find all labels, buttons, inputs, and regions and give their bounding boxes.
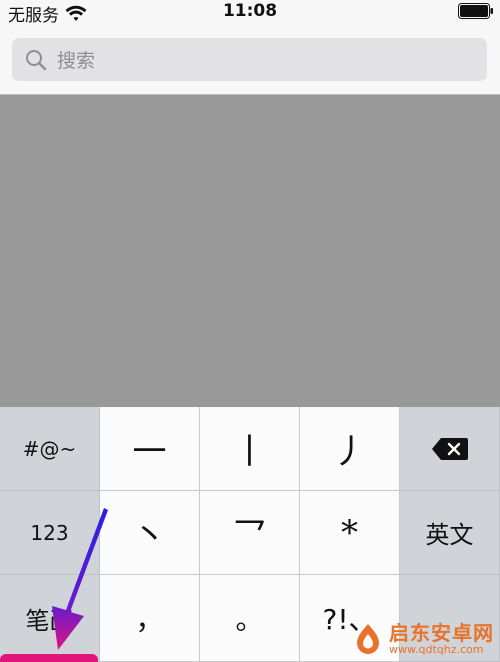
dimmed-content-overlay[interactable] <box>0 95 500 407</box>
numbers-key[interactable]: 123 <box>0 491 100 575</box>
stroke-key-turning[interactable]: 乛 <box>200 491 300 575</box>
stroke-key-horizontal[interactable]: 一 <box>100 407 200 491</box>
stroke-key-label: 一 <box>132 432 167 472</box>
handwriting-key-label: 笔画 <box>25 606 74 635</box>
period-key[interactable]: 。 <box>200 575 300 662</box>
delete-key[interactable] <box>400 407 500 491</box>
period-key-label: 。 <box>235 603 264 636</box>
symbols-key-label: #@~ <box>22 436 77 461</box>
watermark-title: 启东安卓网 <box>389 620 494 645</box>
watermark-url: www.qdtqhz.com <box>389 642 484 656</box>
highlight-bar <box>0 654 98 662</box>
battery-full-icon <box>458 3 493 19</box>
search-placeholder: 搜索 <box>57 50 96 72</box>
english-key-label: 英文 <box>425 521 474 549</box>
wildcard-key-label: * <box>341 512 358 553</box>
status-time: 11:08 <box>222 1 278 21</box>
symbols-key[interactable]: #@~ <box>0 407 100 491</box>
handwriting-key[interactable]: 笔画 <box>0 575 100 662</box>
watermark-logo-icon <box>357 624 379 654</box>
english-key[interactable]: 英文 <box>400 491 500 575</box>
stroke-key-dot[interactable]: 丶 <box>100 491 200 575</box>
wildcard-key[interactable]: * <box>300 491 400 575</box>
search-input[interactable]: 搜索 <box>12 38 487 81</box>
delete-backspace-icon <box>431 437 468 460</box>
comma-key-label: ， <box>135 603 164 636</box>
stroke-key-leftfalling[interactable]: 丿 <box>300 407 400 491</box>
search-icon <box>26 49 47 70</box>
search-bar: 搜索 <box>0 24 500 95</box>
watermark-text: 启东安卓网 www.qdtqhz.com <box>389 620 494 656</box>
stroke-key-label: 丶 <box>132 516 167 556</box>
comma-key[interactable]: ， <box>100 575 200 662</box>
stroke-key-label: 丿 <box>332 432 367 472</box>
stroke-key-vertical[interactable]: 丨 <box>200 407 300 491</box>
watermark: 启东安卓网 www.qdtqhz.com <box>351 622 494 656</box>
stroke-key-label: 丨 <box>232 432 267 472</box>
stroke-key-label: 乛 <box>232 516 267 556</box>
status-bar: 无服务 11:08 <box>0 0 500 26</box>
numbers-key-label: 123 <box>30 520 69 545</box>
